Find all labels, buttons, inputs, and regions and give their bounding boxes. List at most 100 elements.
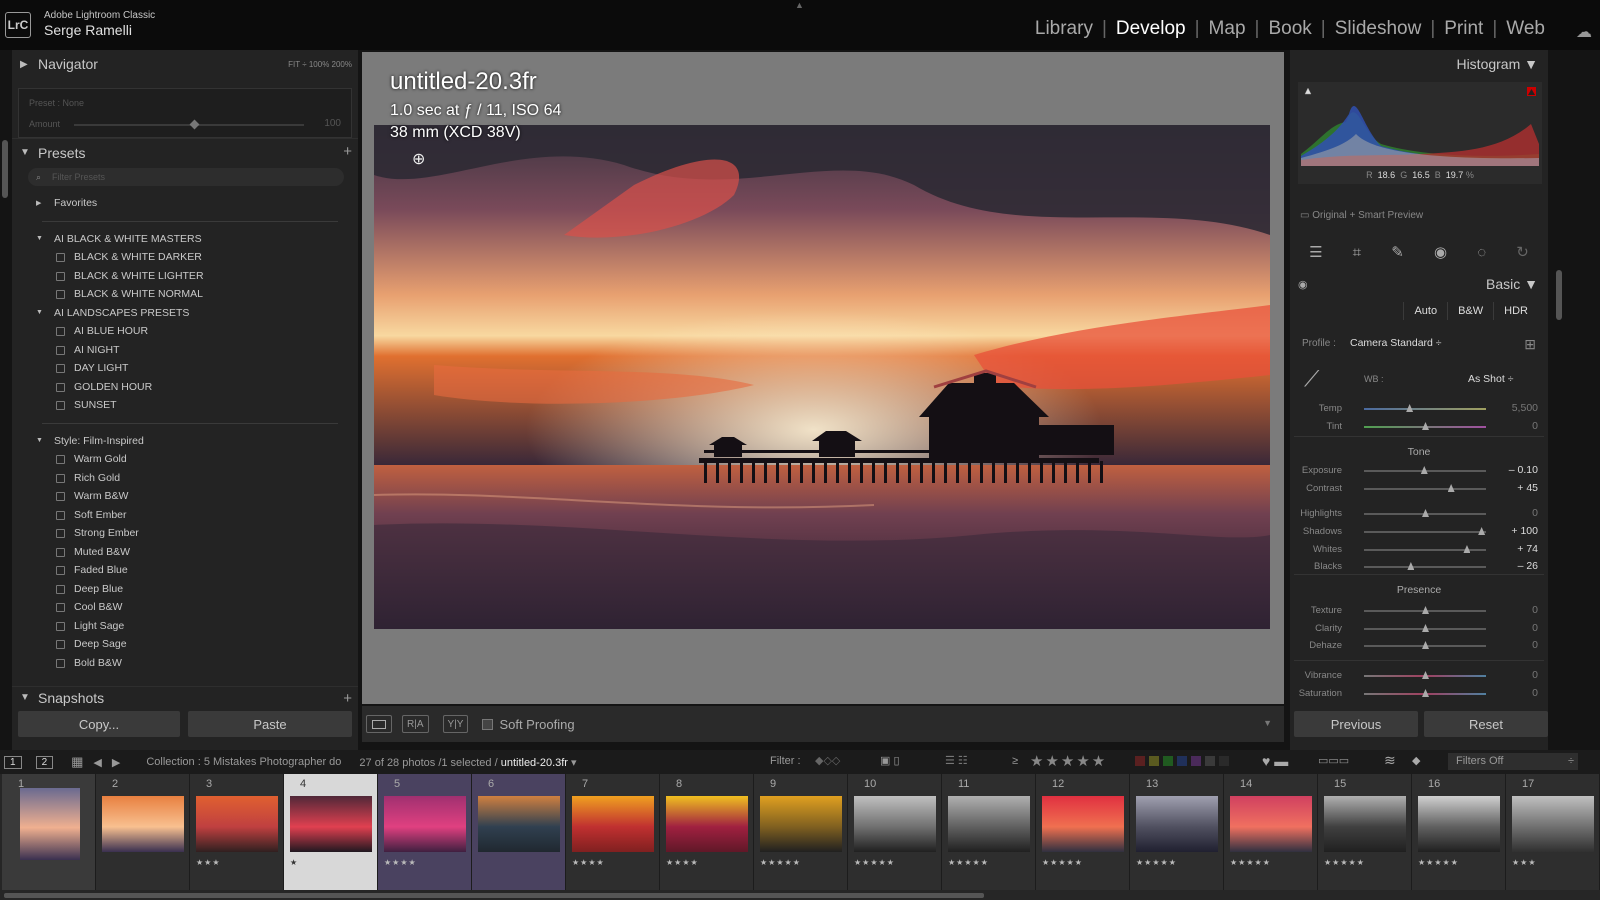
- module-web[interactable]: Web: [1497, 18, 1554, 40]
- treatment-bw-button[interactable]: B&W: [1447, 302, 1493, 320]
- preset-item[interactable]: Warm Gold: [12, 450, 358, 469]
- back-arrow-icon[interactable]: ◀: [93, 756, 101, 769]
- color-label-filter[interactable]: [1135, 756, 1233, 766]
- basic-header[interactable]: ◉ Basic ▼: [1290, 274, 1548, 296]
- filmstrip-thumbnail[interactable]: 4 ★: [284, 774, 378, 890]
- dehaze-slider[interactable]: Dehaze 0: [1290, 637, 1548, 655]
- preset-item[interactable]: Strong Ember: [12, 524, 358, 543]
- module-slideshow[interactable]: Slideshow: [1326, 18, 1431, 40]
- wb-eyedropper-icon[interactable]: ⟋: [1304, 366, 1319, 392]
- saturation-value[interactable]: 0: [1532, 687, 1538, 699]
- masking-icon[interactable]: ◌: [1477, 244, 1486, 261]
- vibrance-slider[interactable]: Vibrance 0: [1290, 667, 1548, 685]
- before-after-icon[interactable]: R|A: [402, 715, 429, 733]
- collection-path[interactable]: Collection : 5 Mistakes Photographer do: [146, 756, 341, 768]
- loupe-view-icon[interactable]: [366, 715, 392, 733]
- healing-icon[interactable]: ✎: [1391, 243, 1404, 261]
- preset-item[interactable]: Cool B&W: [12, 598, 358, 617]
- module-book[interactable]: Book: [1259, 18, 1320, 40]
- snapshots-header[interactable]: ▼ Snapshots: [12, 686, 358, 708]
- texture-value[interactable]: 0: [1532, 604, 1538, 616]
- preset-item[interactable]: DAY LIGHT: [12, 359, 358, 378]
- left-panel-scrollbar[interactable]: [2, 140, 8, 198]
- forward-arrow-icon[interactable]: ▶: [112, 756, 120, 769]
- paste-button[interactable]: Paste: [188, 711, 352, 737]
- saturation-slider[interactable]: Saturation 0: [1290, 685, 1548, 703]
- collapse-top-arrow-icon[interactable]: ▲: [795, 0, 804, 10]
- navigate-icon[interactable]: ◆: [1412, 754, 1420, 767]
- filmstrip-thumbnail[interactable]: 5 ★★★★: [378, 774, 472, 890]
- filmstrip-thumbnail[interactable]: 1: [2, 774, 96, 890]
- whites-value[interactable]: + 74: [1517, 543, 1538, 555]
- histogram-graph[interactable]: [1301, 84, 1539, 166]
- preset-item[interactable]: Deep Blue: [12, 580, 358, 599]
- filmstrip-thumbnail[interactable]: 17 ★★★: [1506, 774, 1600, 890]
- shadows-value[interactable]: + 100: [1511, 525, 1538, 537]
- soft-proofing-checkbox[interactable]: [482, 718, 494, 730]
- filmstrip-thumbnail[interactable]: 14 ★★★★★: [1224, 774, 1318, 890]
- rating-operator[interactable]: ≥: [1012, 755, 1018, 767]
- preset-item[interactable]: Bold B&W: [12, 654, 358, 673]
- profile-select[interactable]: Camera Standard ÷: [1350, 337, 1442, 349]
- favorites-filter-icon[interactable]: ♥ ▬: [1262, 753, 1288, 769]
- navigator-zoom-options[interactable]: FIT ÷ 100% 200%: [288, 60, 352, 69]
- cloud-sync-icon[interactable]: ☁: [1576, 22, 1592, 42]
- graduated-filter-icon[interactable]: ↻: [1516, 243, 1529, 261]
- tint-value[interactable]: 0: [1532, 420, 1538, 432]
- eye-icon[interactable]: ◉: [1298, 278, 1308, 291]
- grid-view-icon[interactable]: ▦: [71, 754, 83, 770]
- module-develop[interactable]: Develop: [1107, 18, 1195, 40]
- status-filter-icon[interactable]: ☰ ☷: [945, 754, 968, 767]
- whites-slider[interactable]: Whites + 74: [1290, 541, 1548, 559]
- temp-track[interactable]: [1364, 408, 1486, 410]
- primary-display-button[interactable]: 1: [4, 755, 22, 769]
- preset-item[interactable]: Soft Ember: [12, 506, 358, 525]
- preset-item[interactable]: BLACK & WHITE DARKER: [12, 248, 358, 267]
- contrast-value[interactable]: + 45: [1517, 482, 1538, 494]
- filmstrip-thumbnail[interactable]: 8 ★★★★: [660, 774, 754, 890]
- temp-value[interactable]: 5,500: [1512, 402, 1538, 414]
- filmstrip-thumbnail[interactable]: 6: [472, 774, 566, 890]
- clarity-value[interactable]: 0: [1532, 622, 1538, 634]
- preset-item[interactable]: AI BLUE HOUR: [12, 322, 358, 341]
- copy-button[interactable]: Copy...: [18, 711, 180, 737]
- add-snapshot-icon[interactable]: +: [343, 690, 352, 707]
- secondary-display-button[interactable]: 2: [35, 755, 54, 769]
- preset-item[interactable]: Rich Gold: [12, 469, 358, 488]
- dehaze-value[interactable]: 0: [1532, 639, 1538, 651]
- blacks-value[interactable]: – 26: [1518, 560, 1538, 572]
- highlights-slider[interactable]: Highlights 0: [1290, 505, 1548, 523]
- before-after-split-icon[interactable]: Y|Y: [442, 715, 469, 733]
- preset-item[interactable]: Faded Blue: [12, 561, 358, 580]
- flag-filter-icon[interactable]: ◆◇◇: [815, 754, 840, 767]
- treatment-auto-button[interactable]: Auto: [1403, 302, 1447, 320]
- temp-slider[interactable]: Temp 5,500: [1290, 400, 1548, 418]
- profile-browser-icon[interactable]: ⊞: [1524, 336, 1536, 353]
- contrast-track[interactable]: [1364, 488, 1486, 490]
- clarity-slider[interactable]: Clarity 0: [1290, 620, 1548, 638]
- filmstrip-thumbnail[interactable]: 15 ★★★★★: [1318, 774, 1412, 890]
- shadows-track[interactable]: [1364, 531, 1486, 533]
- module-map[interactable]: Map: [1200, 18, 1255, 40]
- smart-preview-status[interactable]: ▭ Original + Smart Preview: [1300, 210, 1423, 221]
- texture-slider[interactable]: Texture 0: [1290, 602, 1548, 620]
- exposure-value[interactable]: – 0.10: [1509, 464, 1538, 476]
- histogram-header[interactable]: Histogram ▼: [1456, 56, 1538, 72]
- exposure-slider[interactable]: Exposure – 0.10: [1290, 462, 1548, 480]
- preset-item[interactable]: BLACK & WHITE NORMAL: [12, 285, 358, 304]
- filmstrip-thumbnail[interactable]: 10 ★★★★★: [848, 774, 942, 890]
- amount-slider-thumb[interactable]: [189, 119, 200, 130]
- vibrance-value[interactable]: 0: [1532, 669, 1538, 681]
- contrast-slider[interactable]: Contrast + 45: [1290, 480, 1548, 498]
- right-panel-scrollbar[interactable]: [1556, 270, 1562, 320]
- tint-slider[interactable]: Tint 0: [1290, 418, 1548, 436]
- module-library[interactable]: Library: [1026, 18, 1102, 40]
- preset-item[interactable]: Warm B&W: [12, 487, 358, 506]
- preset-group[interactable]: ▼ AI BLACK & WHITE MASTERS: [12, 230, 358, 249]
- filmstrip-thumbnail[interactable]: 13 ★★★★★: [1130, 774, 1224, 890]
- presets-header[interactable]: ▼ Presets: [12, 138, 358, 166]
- module-print[interactable]: Print: [1435, 18, 1492, 40]
- wb-select[interactable]: As Shot ÷: [1468, 373, 1513, 385]
- pier-sunset-photo[interactable]: [374, 125, 1270, 629]
- treatment-hdr-button[interactable]: HDR: [1493, 302, 1538, 320]
